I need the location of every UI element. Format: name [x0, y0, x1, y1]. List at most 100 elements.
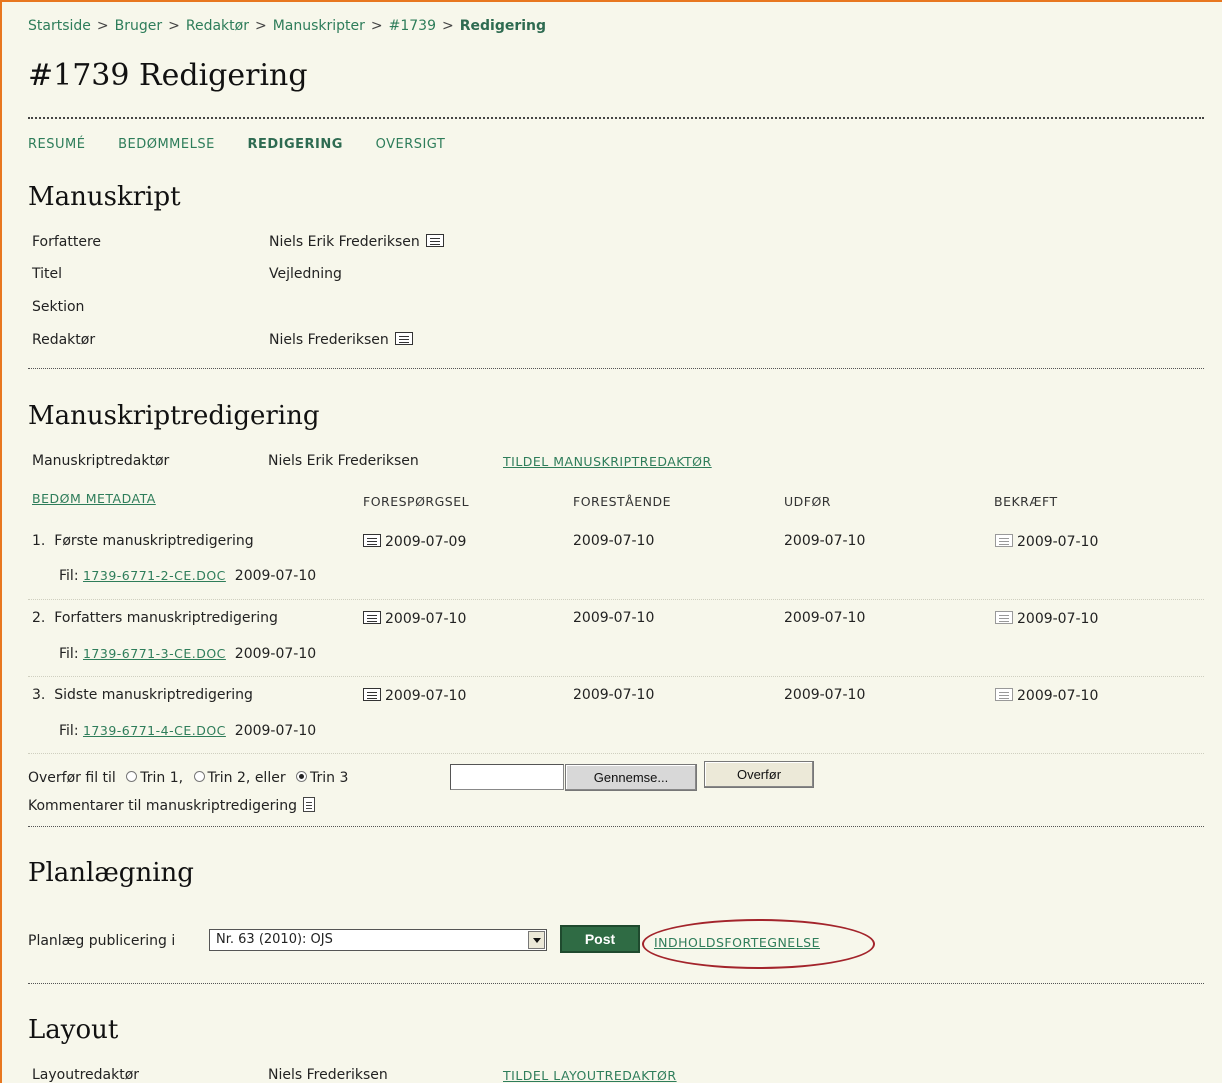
breadcrumb-separator: >	[442, 18, 454, 34]
email-icon[interactable]	[426, 234, 445, 247]
step-3-file: Fil: 1739-6771-4-CE.DOC 2009-07-10	[59, 723, 316, 739]
step-3-acknowledge: 2009-07-10	[993, 688, 1098, 704]
title-divider	[28, 117, 1204, 119]
step-3-underway: 2009-07-10	[573, 687, 655, 703]
email-icon[interactable]	[363, 534, 381, 547]
file-date: 2009-07-10	[234, 568, 317, 584]
schedule-label: Planlæg publicering i	[28, 933, 176, 949]
email-icon[interactable]	[995, 688, 1013, 701]
file-date: 2009-07-10	[234, 723, 317, 739]
value-title: Vejledning	[269, 266, 342, 282]
acknowledge-date: 2009-07-10	[1017, 688, 1099, 704]
file-path-input[interactable]	[450, 764, 564, 790]
label-copyeditor: Manuskriptredaktør	[32, 453, 170, 469]
chevron-down-icon[interactable]	[528, 931, 545, 949]
file-label: Fil:	[59, 646, 79, 662]
breadcrumb-link-editor[interactable]: Redaktør	[186, 18, 249, 34]
value-copyeditor: Niels Erik Frederiksen	[268, 453, 419, 469]
review-metadata-link[interactable]: BEDØM METADATA	[32, 491, 156, 506]
breadcrumb-separator: >	[96, 18, 109, 34]
column-header-complete: UDFØR	[784, 494, 831, 509]
step-2-underway: 2009-07-10	[573, 610, 655, 626]
section-divider	[28, 826, 1204, 827]
acknowledge-date: 2009-07-10	[1017, 611, 1099, 627]
email-icon[interactable]	[363, 611, 381, 624]
breadcrumb-separator: >	[254, 18, 267, 34]
label-authors: Forfattere	[32, 234, 102, 250]
copyedit-comments: Kommentarer til manuskriptredigering	[28, 797, 315, 814]
breadcrumb-separator: >	[370, 18, 383, 34]
section-heading-scheduling: Planlægning	[28, 858, 194, 888]
section-divider	[28, 983, 1204, 984]
acknowledge-date: 2009-07-10	[1017, 534, 1099, 550]
step-1-underway: 2009-07-10	[573, 533, 655, 549]
step-2-complete: 2009-07-10	[784, 610, 866, 626]
issue-select-value: Nr. 63 (2010): OJS	[216, 932, 333, 947]
assign-copyeditor-link[interactable]: TILDEL MANUSKRIPTREDAKTØR	[503, 454, 712, 469]
value-authors: Niels Erik Frederiksen	[269, 234, 448, 250]
editor-name: Niels Frederiksen	[269, 332, 389, 348]
tab-editing[interactable]: REDIGERING	[247, 137, 342, 152]
value-layout-editor: Niels Frederiksen	[268, 1067, 388, 1083]
step-label: Forfatters manuskriptredigering	[54, 610, 278, 626]
radio-label-step-2: Trin 2, eller	[207, 770, 286, 786]
label-section: Sektion	[32, 299, 85, 315]
file-link[interactable]: 1739-6771-3-CE.DOC	[83, 646, 226, 661]
post-button[interactable]: Post	[560, 925, 640, 953]
label-editor: Redaktør	[32, 332, 96, 348]
step-label: Første manuskriptredigering	[54, 533, 254, 549]
breadcrumb-separator: >	[168, 18, 180, 34]
upload-label: Overfør fil til	[28, 770, 116, 786]
tab-review[interactable]: BEDØMMELSE	[118, 137, 215, 152]
request-date: 2009-07-10	[385, 688, 467, 704]
breadcrumb-link-user[interactable]: Bruger	[115, 18, 163, 34]
comment-icon[interactable]	[303, 797, 315, 812]
breadcrumb-current: Redigering	[459, 18, 547, 34]
email-icon[interactable]	[363, 688, 381, 701]
step-2-name: 2. Forfatters manuskriptredigering	[32, 610, 278, 626]
step-3-request: 2009-07-10	[361, 688, 466, 704]
breadcrumb-link-submission[interactable]: #1739	[389, 18, 436, 34]
step-label: Sidste manuskriptredigering	[54, 687, 253, 703]
column-header-acknowledge: BEKRÆFT	[994, 494, 1058, 509]
tab-bar: RESUMÉ BEDØMMELSE REDIGERING OVERSIGT	[28, 137, 473, 152]
browse-button[interactable]: Gennemse...	[565, 764, 697, 791]
step-number: 3.	[32, 687, 46, 703]
tab-history[interactable]: OVERSIGT	[376, 137, 446, 152]
email-icon[interactable]	[995, 534, 1013, 547]
radio-step-1[interactable]	[126, 771, 138, 782]
step-1-request: 2009-07-09	[361, 534, 466, 550]
label-layout-editor: Layoutredaktør	[32, 1067, 140, 1083]
email-icon[interactable]	[395, 332, 414, 345]
column-header-underway: FORESTÅENDE	[573, 494, 672, 509]
file-link[interactable]: 1739-6771-4-CE.DOC	[83, 723, 226, 738]
step-1-complete: 2009-07-10	[784, 533, 866, 549]
tab-summary[interactable]: RESUMÉ	[28, 137, 85, 152]
row-divider	[28, 753, 1204, 754]
file-date: 2009-07-10	[234, 646, 317, 662]
step-3-complete: 2009-07-10	[784, 687, 866, 703]
email-icon[interactable]	[995, 611, 1013, 624]
breadcrumb-link-submissions[interactable]: Manuskripter	[273, 18, 365, 34]
request-date: 2009-07-10	[385, 611, 467, 627]
issue-select[interactable]: Nr. 63 (2010): OJS	[209, 929, 547, 951]
file-label: Fil:	[59, 568, 79, 584]
file-link[interactable]: 1739-6771-2-CE.DOC	[83, 568, 226, 583]
section-heading-manuscript: Manuskript	[28, 182, 181, 212]
assign-layout-editor-link[interactable]: TILDEL LAYOUTREDAKTØR	[503, 1068, 677, 1083]
request-date: 2009-07-09	[385, 534, 467, 550]
step-1-name: 1. Første manuskriptredigering	[32, 533, 254, 549]
step-2-file: Fil: 1739-6771-3-CE.DOC 2009-07-10	[59, 646, 316, 662]
step-3-name: 3. Sidste manuskriptredigering	[32, 687, 253, 703]
section-heading-layout: Layout	[28, 1015, 119, 1045]
upload-row: Overfør fil til Trin 1, Trin 2, eller Tr…	[28, 770, 348, 786]
column-header-request: FORESPØRGSEL	[363, 494, 470, 509]
step-2-acknowledge: 2009-07-10	[993, 611, 1098, 627]
authors-name: Niels Erik Frederiksen	[269, 234, 420, 250]
breadcrumb-link-home[interactable]: Startside	[28, 18, 91, 34]
radio-step-3[interactable]	[296, 771, 308, 782]
breadcrumb: Startside > Bruger > Redaktør > Manuskripter > #…	[28, 18, 546, 34]
upload-button[interactable]: Overfør	[704, 761, 814, 788]
radio-step-2[interactable]	[193, 771, 205, 782]
row-divider	[28, 599, 1204, 600]
